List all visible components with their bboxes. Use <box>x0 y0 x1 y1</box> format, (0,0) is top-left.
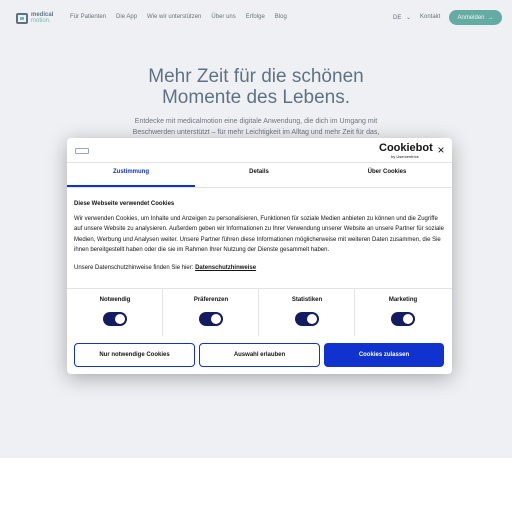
tab-consent[interactable]: Zustimmung <box>67 169 195 183</box>
cookiebot-brand: Cookiebot <box>379 142 433 154</box>
allow-selection-button[interactable]: Auswahl erlauben <box>199 343 320 367</box>
toggle-necessary[interactable] <box>103 312 127 326</box>
dialog-body-text: Wir verwenden Cookies, um Inhalte und An… <box>74 216 444 253</box>
privacy-notice-line: Unsere Datenschutzhinweise finden Sie hi… <box>74 265 256 271</box>
toggle-preferences[interactable] <box>199 312 223 326</box>
toggle-statistics[interactable] <box>295 312 319 326</box>
toggle-preferences-group: Präferenzen <box>163 288 259 336</box>
privacy-notice-prefix: Unsere Datenschutzhinweise finden Sie hi… <box>74 265 194 271</box>
toggle-marketing-group: Marketing <box>355 288 451 336</box>
toggle-marketing-label: Marketing <box>388 297 418 303</box>
toggle-marketing[interactable] <box>391 312 415 326</box>
allow-all-button[interactable]: Cookies zulassen <box>324 343 444 367</box>
toggle-necessary-label: Notwendig <box>99 297 131 303</box>
tab-about-cookies[interactable]: Über Cookies <box>323 169 451 183</box>
necessary-only-button[interactable]: Nur notwendige Cookies <box>74 343 195 367</box>
toggle-statistics-group: Statistiken <box>259 288 355 336</box>
divider <box>67 162 452 163</box>
cookie-consent-dialog: Cookiebot by Usercentrics × Zustimmung D… <box>67 138 452 374</box>
privacy-notice-link[interactable]: Datenschutzhinweise <box>195 265 256 271</box>
tab-details[interactable]: Details <box>195 169 323 183</box>
cookiebot-subbrand: by Usercentrics <box>391 154 419 159</box>
dialog-heading: Diese Webseite verwendet Cookies <box>74 201 175 207</box>
site-logo-small <box>75 148 89 154</box>
toggle-necessary-group: Notwendig <box>67 288 163 336</box>
close-icon[interactable]: × <box>435 144 447 156</box>
toggle-preferences-label: Präferenzen <box>193 297 229 303</box>
divider <box>67 187 452 188</box>
toggle-statistics-label: Statistiken <box>291 297 323 303</box>
